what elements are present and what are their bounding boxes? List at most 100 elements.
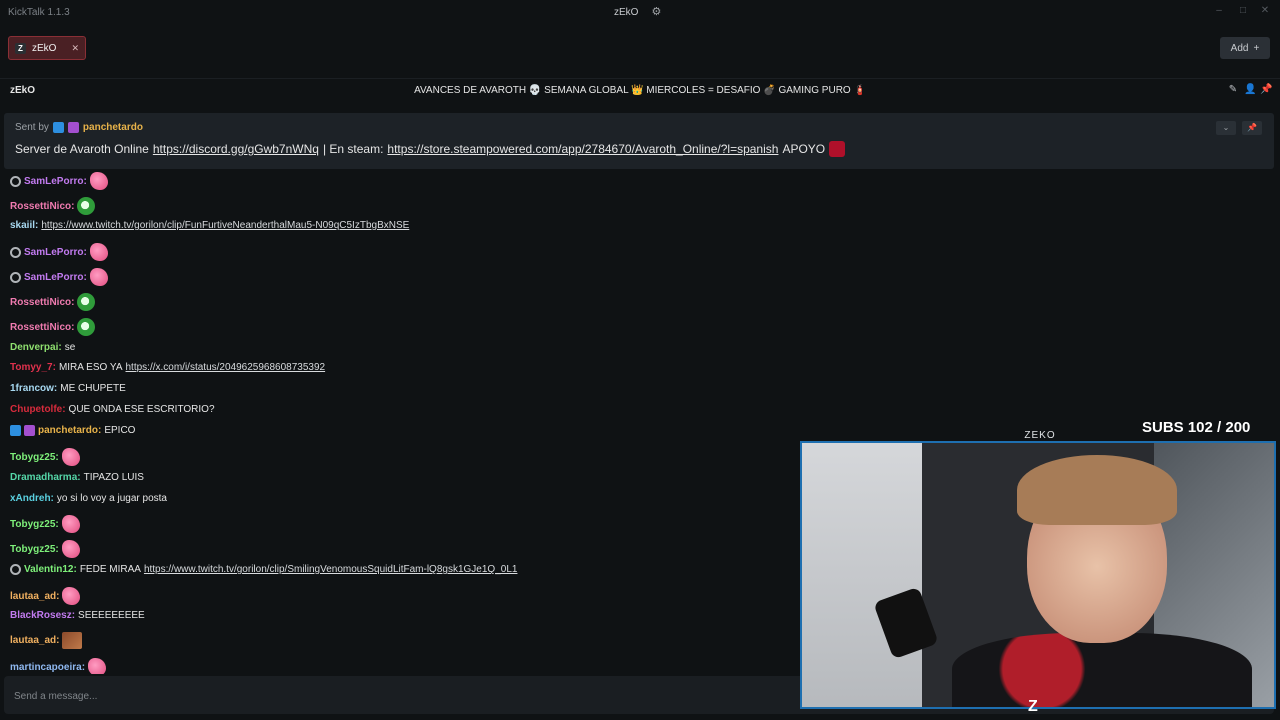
channel-actions: ✎ 👤 📌 [1228, 84, 1273, 96]
close-icon[interactable]: ✕ [1258, 4, 1272, 18]
emote-icon [89, 172, 108, 190]
add-button[interactable]: Add + [1220, 37, 1270, 59]
app-title: KickTalk 1.1.3 [8, 7, 70, 18]
chat-message: SamLePorro: [10, 243, 108, 261]
chat-message: Denverpai: se [10, 342, 75, 353]
chat-message: Tobygz25: [10, 448, 80, 466]
zeko-logo-icon: Z [1028, 698, 1038, 715]
chat-username[interactable]: skaiil: [10, 220, 38, 231]
emote-icon [61, 540, 80, 558]
chat-message: panchetardo: EPICO [10, 425, 135, 436]
pinned-sender[interactable]: panchetardo [83, 122, 143, 133]
subs-counter: SUBS 102 / 200 [1142, 419, 1251, 436]
chat-message: RossettiNico: [10, 318, 96, 336]
user-icon[interactable]: 👤 [1244, 84, 1256, 96]
chat-username[interactable]: Tomyy_7: [10, 362, 56, 373]
chat-link[interactable]: https://www.twitch.tv/gorilon/clip/Smili… [144, 564, 518, 575]
chat-username[interactable]: Dramadharma: [10, 472, 81, 483]
chat-username[interactable]: SamLePorro: [24, 247, 87, 258]
emote-icon [829, 141, 846, 157]
chat-link[interactable]: https://x.com/i/status/20496259686087353… [126, 362, 326, 373]
tab-avatar: Z [15, 42, 26, 54]
tab-close-icon[interactable]: ✕ [71, 43, 79, 54]
pinned-link-steam[interactable]: https://store.steampowered.com/app/27846… [387, 142, 778, 156]
chat-message: lautaa_ad: [10, 587, 81, 605]
chat-username[interactable]: lautaa_ad: [10, 591, 59, 602]
chat-username[interactable]: Chupetolfe: [10, 404, 66, 415]
badge-icon [10, 271, 21, 283]
streamer-shirt [952, 633, 1252, 707]
tab-bar: Z zEkO ✕ Add + [0, 26, 1280, 70]
emote-icon [77, 197, 96, 215]
chat-text: se [64, 342, 76, 353]
chat-username[interactable]: Tobygz25: [10, 452, 59, 463]
chat-text: ME CHUPETE [60, 383, 126, 394]
chat-message: Tomyy_7: MIRA ESO YA https://x.com/i/statu… [10, 362, 325, 373]
streamer-hair [1017, 455, 1177, 525]
badge-icon [10, 425, 21, 436]
chat-username[interactable]: SamLePorro: [24, 176, 87, 187]
chat-username[interactable]: Tobygz25: [10, 519, 59, 530]
chat-message: RossettiNico: [10, 293, 96, 311]
maximize-icon[interactable]: □ [1236, 4, 1250, 18]
emote-icon [88, 658, 107, 674]
chat-username[interactable]: Tobygz25: [10, 544, 59, 555]
chat-link[interactable]: https://www.twitch.tv/gorilon/clip/FunFu… [41, 220, 409, 231]
pinned-separator: | En steam: [322, 142, 384, 156]
webcam-overlay [800, 441, 1276, 709]
pinned-suffix: APOYO [782, 142, 826, 156]
emote-icon [61, 448, 80, 466]
tab-zeko[interactable]: Z zEkO ✕ [8, 36, 86, 60]
chat-text: yo si lo voy a jugar posta [56, 493, 167, 504]
chat-message: BlackRosesz: SEEEEEEEEE [10, 610, 145, 621]
pin-icon[interactable]: 📌 [1260, 84, 1272, 96]
badge-icon [67, 122, 79, 133]
chevron-down-icon[interactable]: ⌄ [1216, 121, 1236, 135]
emote-icon [77, 318, 96, 336]
unpin-icon[interactable]: 📌 [1242, 121, 1262, 135]
chat-message: xAndreh: yo si lo voy a jugar posta [10, 493, 167, 504]
chat-username[interactable]: 1francow: [10, 383, 57, 394]
chat-username[interactable]: lautaa_ad: [10, 635, 59, 646]
window-label: zEkO [614, 6, 639, 18]
cam-label: ZEKO [1024, 430, 1056, 441]
gear-icon[interactable]: ⚙ [650, 6, 662, 18]
pinned-sent-label: Sent by [15, 122, 49, 133]
chat-username[interactable]: RossettiNico: [10, 322, 74, 333]
chat-message: Tobygz25: [10, 515, 80, 533]
tab-label: zEkO [32, 42, 57, 54]
stream-title: AVANCES DE AVAROTH 💀 SEMANA GLOBAL 👑 MIE… [414, 85, 866, 96]
chat-username[interactable]: panchetardo: [38, 425, 101, 436]
emote-icon [77, 293, 96, 311]
chat-message: Tobygz25: [10, 540, 80, 558]
window-title-group: zEkO ⚙ [614, 6, 662, 18]
pinned-link-discord[interactable]: https://discord.gg/gGwb7nWNq [153, 142, 319, 156]
minimize-icon[interactable]: – [1212, 4, 1226, 18]
chat-text: FEDE MIRAA [79, 564, 141, 575]
chat-text: SEEEEEEEEE [78, 610, 145, 621]
chat-username[interactable]: Valentin12: [24, 564, 77, 575]
title-bar: KickTalk 1.1.3 zEkO ⚙ – □ ✕ [0, 0, 1280, 26]
chat-username[interactable]: SamLePorro: [24, 272, 87, 283]
chat-message: skaiil: https://www.twitch.tv/gorilon/cli… [10, 220, 409, 231]
chat-message: Dramadharma: TIPAZO LUIS [10, 472, 144, 483]
chat-username[interactable]: BlackRosesz: [10, 610, 75, 621]
pinned-text: Server de Avaroth Online https://discord… [15, 141, 846, 157]
emote-icon [89, 243, 108, 261]
add-button-label: Add [1230, 42, 1249, 54]
chat-text: QUE ONDA ESE ESCRITORIO? [68, 404, 215, 415]
emote-icon [62, 587, 81, 605]
emote-icon [61, 515, 80, 533]
chat-message: Valentin12: FEDE MIRAA https://www.twitch.… [10, 564, 517, 575]
emote-icon [62, 632, 83, 649]
chat-username[interactable]: xAndreh: [10, 493, 54, 504]
badge-icon [10, 564, 21, 575]
chat-username[interactable]: Denverpai: [10, 342, 62, 353]
chat-username[interactable]: RossettiNico: [10, 297, 74, 308]
message-input[interactable] [14, 688, 794, 704]
chat-text: EPICO [104, 425, 136, 436]
chat-username[interactable]: RossettiNico: [10, 201, 74, 212]
chat-username[interactable]: martincapoeira: [10, 662, 85, 673]
pencil-icon[interactable]: ✎ [1228, 84, 1238, 96]
pinned-prefix: Server de Avaroth Online [15, 142, 149, 156]
